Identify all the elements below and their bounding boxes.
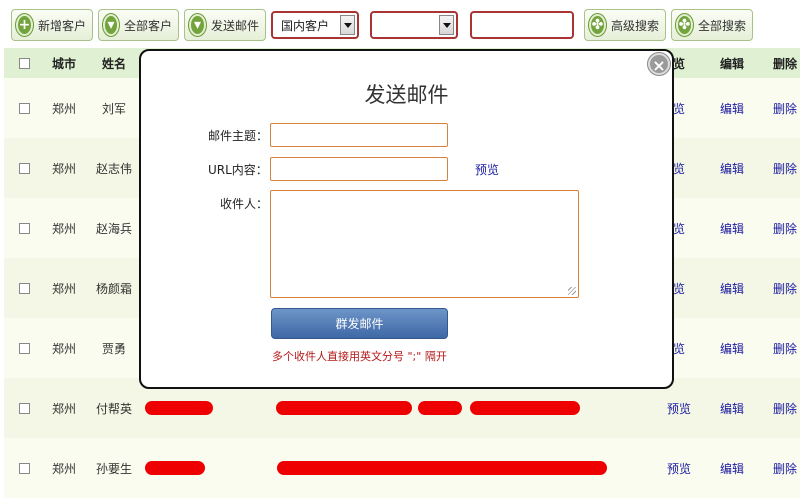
redaction-mark (418, 401, 462, 415)
url-input[interactable] (270, 157, 448, 181)
edit-link[interactable]: 编辑 (704, 460, 760, 477)
all-search-button[interactable]: ✤ 全部搜索 (671, 9, 753, 41)
header-edit: 编辑 (719, 56, 744, 71)
close-icon[interactable]: × (648, 53, 670, 75)
chevron-down-icon (340, 15, 355, 35)
cell-redacted (144, 438, 654, 498)
send-bulk-mail-button[interactable]: 群发邮件 (271, 308, 448, 339)
cell-name: 杨颜霜 (95, 281, 132, 296)
all-customers-label: 全部客户 (123, 18, 172, 33)
search-input[interactable] (470, 11, 574, 39)
subject-label: 邮件主题： (208, 129, 269, 143)
edit-link[interactable]: 编辑 (704, 400, 760, 417)
row-checkbox[interactable] (18, 283, 30, 294)
shirt-icon: ▾ (103, 14, 119, 36)
customer-type-select[interactable]: 国内客户 (271, 11, 359, 39)
cell-name: 孙要生 (95, 461, 132, 476)
cell-city: 郑州 (51, 401, 76, 416)
row-checkbox[interactable] (18, 163, 30, 174)
cell-city: 郑州 (51, 281, 76, 296)
delete-link[interactable]: 删除 (760, 160, 804, 177)
cell-name: 赵志伟 (95, 161, 132, 176)
redaction-mark (470, 401, 580, 415)
redaction-mark (145, 401, 213, 415)
row-checkbox[interactable] (18, 103, 30, 114)
edit-link[interactable]: 编辑 (704, 280, 760, 297)
plus-icon: + (16, 14, 33, 36)
edit-link[interactable]: 编辑 (704, 160, 760, 177)
edit-link[interactable]: 编辑 (704, 220, 760, 237)
row-checkbox[interactable] (18, 463, 30, 474)
advanced-search-label: 高级搜索 (610, 18, 659, 33)
table-row: 郑州 孙要生 预览 编辑 删除 (4, 438, 800, 498)
delete-link[interactable]: 删除 (760, 340, 804, 357)
dialog-title: 发送邮件 (364, 83, 449, 107)
cell-name: 刘军 (101, 101, 126, 116)
cell-city: 郑州 (51, 101, 76, 116)
cell-name: 贾勇 (101, 341, 126, 356)
clover-icon: ✤ (589, 14, 606, 36)
cell-city: 郑州 (51, 221, 76, 236)
customer-type-value: 国内客户 (281, 18, 330, 33)
advanced-search-button[interactable]: ✤ 高级搜索 (584, 9, 666, 41)
send-mail-label: 发送邮件 (210, 18, 259, 33)
all-search-label: 全部搜索 (697, 18, 746, 33)
header-delete: 删除 (772, 56, 797, 71)
toolbar: + 新增客户 ▾ 全部客户 ▾ 发送邮件 国内客户 ✤ 高级搜索 ✤ 全部搜索 (0, 0, 804, 48)
edit-link[interactable]: 编辑 (704, 100, 760, 117)
preview-link[interactable]: 预览 (654, 400, 704, 417)
edit-link[interactable]: 编辑 (704, 340, 760, 357)
redaction-mark (276, 401, 412, 415)
cell-city: 郑州 (51, 341, 76, 356)
resize-handle-icon[interactable] (568, 287, 576, 295)
send-mail-button[interactable]: ▾ 发送邮件 (184, 9, 266, 41)
clover-icon: ✤ (676, 14, 693, 36)
cell-city: 郑州 (51, 461, 76, 476)
all-customers-button[interactable]: ▾ 全部客户 (98, 9, 179, 41)
delete-link[interactable]: 删除 (760, 280, 804, 297)
delete-link[interactable]: 删除 (760, 460, 804, 477)
redaction-mark (145, 461, 205, 475)
subject-input[interactable] (270, 123, 448, 147)
recipients-textarea[interactable] (270, 190, 579, 298)
cell-name: 赵海兵 (95, 221, 132, 236)
preview-link[interactable]: 预览 (475, 161, 499, 178)
delete-link[interactable]: 删除 (760, 400, 804, 417)
chevron-down-icon (439, 15, 454, 35)
redaction-mark (277, 461, 607, 475)
recipients-hint: 多个收件人直接用英文分号 ";" 隔开 (272, 350, 447, 363)
row-checkbox[interactable] (18, 343, 30, 354)
delete-link[interactable]: 删除 (760, 220, 804, 237)
url-label: URL内容： (208, 163, 268, 177)
row-checkbox[interactable] (18, 223, 30, 234)
cell-name: 付帮英 (95, 401, 132, 416)
recipients-label: 收件人： (220, 197, 269, 211)
header-city: 城市 (51, 56, 76, 71)
preview-link[interactable]: 预览 (654, 460, 704, 477)
add-customer-button[interactable]: + 新增客户 (11, 9, 93, 41)
header-name: 姓名 (101, 56, 126, 71)
select-all-checkbox[interactable] (18, 58, 30, 69)
cell-city: 郑州 (51, 161, 76, 176)
delete-link[interactable]: 删除 (760, 100, 804, 117)
add-customer-label: 新增客户 (37, 18, 86, 33)
row-checkbox[interactable] (18, 403, 30, 414)
filter-select[interactable] (370, 11, 458, 39)
shirt-icon: ▾ (189, 14, 206, 36)
